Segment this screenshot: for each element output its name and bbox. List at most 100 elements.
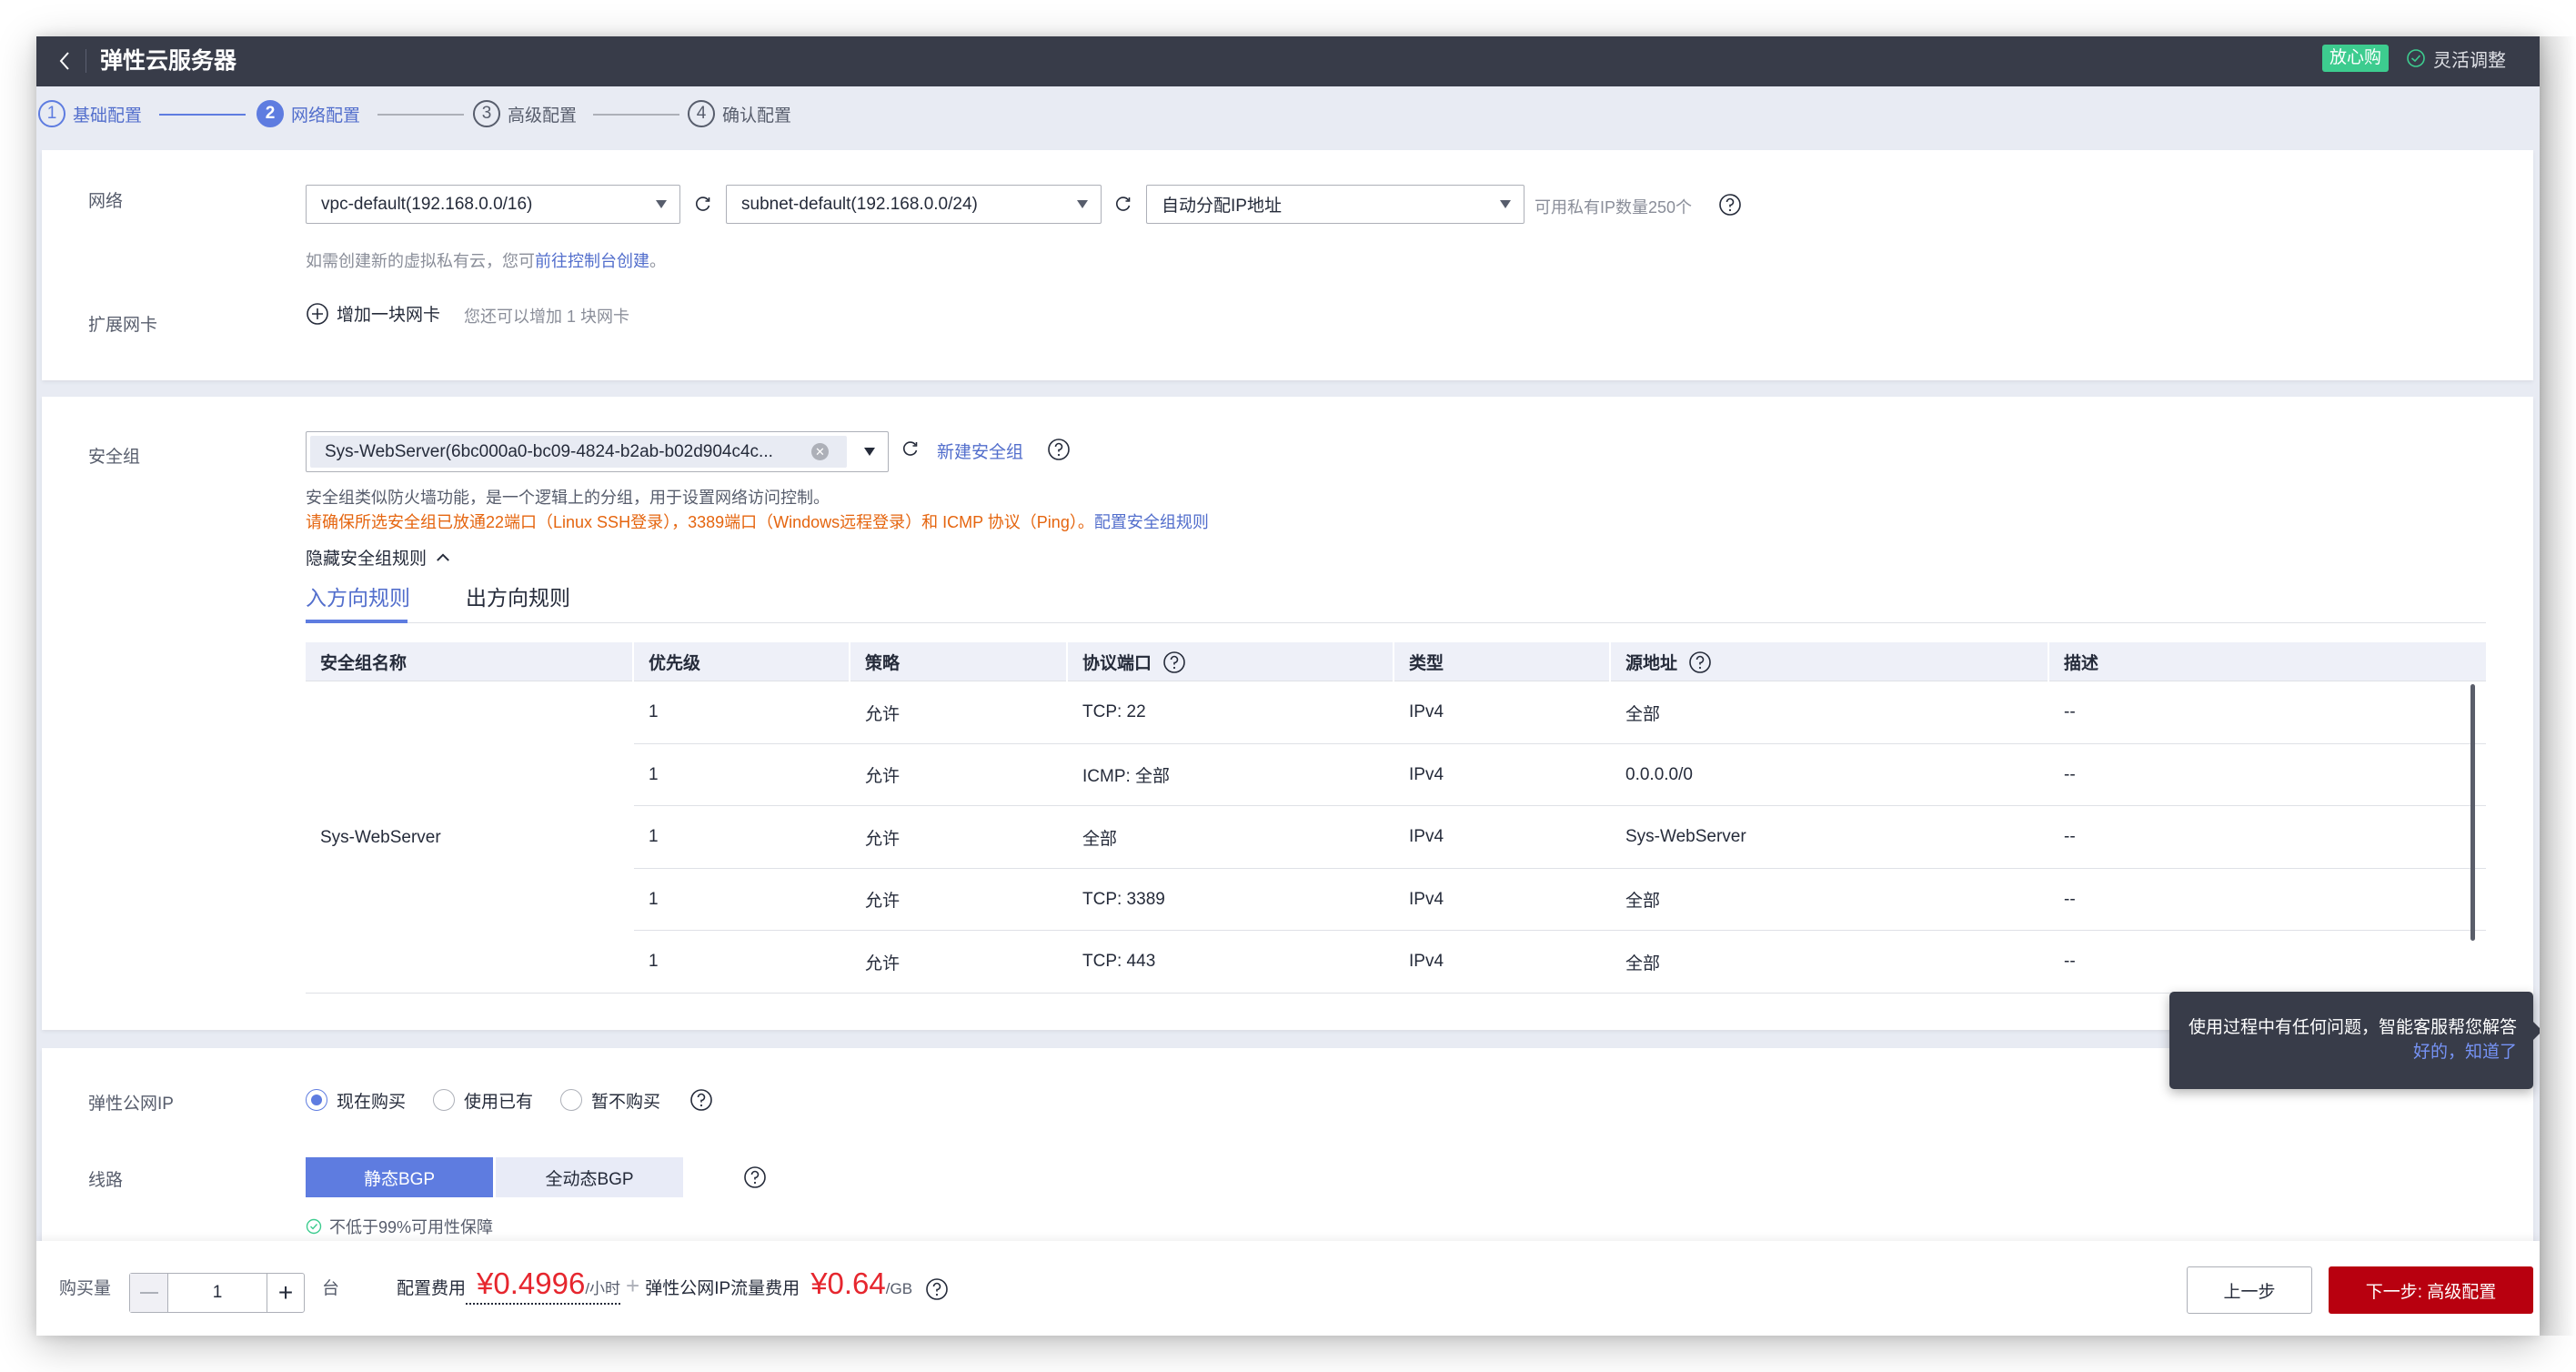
eip-fee-label: 弹性公网IP流量费用 [645,1279,800,1298]
config-fee-unit: /小时 [585,1280,621,1297]
cell-description: -- [2064,827,2076,847]
eip-fee-value: ¥0.64 [810,1266,886,1300]
table-row: 1 允许 TCP: 3389 IPv4 全部 -- [634,869,2486,932]
sla-note-text: 不低于99%可用性保障 [329,1218,494,1236]
cell-priority: 1 [649,764,659,784]
table-row: 1 允许 TCP: 22 IPv4 全部 -- [634,681,2486,744]
radio-use-existing[interactable]: 使用已有 [433,1088,533,1113]
network-label: 网络 [88,192,124,211]
step-basic-config[interactable]: 1 基础配置 [38,99,142,128]
clear-icon[interactable]: ✕ [811,443,829,460]
column-header-action: 策略 [865,654,901,673]
refresh-vpc-button[interactable] [693,194,713,214]
step-connector [377,114,464,116]
smart-service-tooltip: 使用过程中有任何问题，智能客服帮您解答 好的，知道了 [2169,992,2540,1089]
cell-source: 全部 [1625,704,1661,724]
tooltip-text: 使用过程中有任何问题，智能客服帮您解答 [2188,1018,2517,1037]
selected-security-group-tag: Sys-WebServer(6bc000a0-bc09-4824-b2ab-b0… [310,436,847,468]
cell-priority: 1 [649,889,659,909]
check-circle-icon [306,1218,322,1235]
flex-adjust[interactable]: 灵活调整 [2406,45,2506,72]
cell-type: IPv4 [1409,827,1444,847]
refresh-subnet-button[interactable] [1113,194,1133,214]
vpc-select-value: vpc-default(192.168.0.0/16) [321,194,533,214]
help-icon[interactable] [1162,651,1186,674]
column-header-type: 类型 [1409,654,1444,673]
help-icon[interactable] [689,1088,713,1112]
cell-source[interactable]: Sys-WebServer [1625,806,1746,868]
vpc-select[interactable]: vpc-default(192.168.0.0/16) [306,185,680,224]
quantity-input[interactable] [168,1274,267,1312]
tab-outbound-rules[interactable]: 出方向规则 [466,584,570,611]
flex-adjust-label: 灵活调整 [2433,50,2506,71]
add-nic-hint: 您还可以增加 1 块网卡 [464,308,630,326]
help-icon[interactable] [1047,438,1071,461]
toggle-rules-label: 隐藏安全组规则 [306,550,428,569]
security-group-card: 安全组 Sys-WebServer(6bc000a0-bc09-4824-b2a… [42,397,2533,1030]
step-label: 基础配置 [73,106,143,126]
step-indicator: 1 基础配置 2 网络配置 3 高级配置 4 确认配置 [36,86,2540,150]
subnet-select[interactable]: subnet-default(192.168.0.0/24) [726,185,1102,224]
step-number: 4 [688,100,715,127]
help-icon[interactable] [1688,651,1712,674]
security-group-select[interactable]: Sys-WebServer(6bc000a0-bc09-4824-b2ab-b0… [306,431,889,472]
help-icon[interactable] [1718,193,1742,217]
table-bottom-border [306,993,2486,994]
table-scrollbar[interactable] [2470,684,2475,941]
eip-fee-unit: /GB [885,1280,913,1297]
line-static-bgp-button[interactable]: 静态BGP [306,1157,493,1197]
refresh-security-group-button[interactable] [901,439,921,459]
plus-circle-icon [307,302,328,325]
next-step-button[interactable]: 下一步: 高级配置 [2329,1266,2533,1314]
help-icon[interactable] [743,1165,767,1189]
step-confirm-config: 4 确认配置 [688,99,791,128]
previous-step-button[interactable]: 上一步 [2187,1266,2312,1314]
extension-nic-label: 扩展网卡 [88,316,158,335]
cell-source: 0.0.0.0/0 [1625,764,1693,784]
radio-indicator [306,1089,327,1111]
configure-rules-link[interactable]: 配置安全组规则 [1094,513,1209,531]
cell-protocol-port: ICMP: 全部 [1082,767,1171,787]
radio-buy-now[interactable]: 现在购买 [306,1088,406,1113]
eip-label: 弹性公网IP [88,1095,174,1114]
radio-label: 暂不购买 [591,1092,661,1112]
line-dynamic-bgp-button[interactable]: 全动态BGP [496,1157,683,1197]
purchase-footer: 购买量 + 台 配置费用 ¥0.4996 /小时 + 弹性公网IP流量费用 ¥0… [36,1241,2540,1336]
ip-assignment-select[interactable]: 自动分配IP地址 [1146,185,1524,224]
table-header: 安全组名称 优先级 策略 协议端口 类型 源地址 描述 [306,642,2486,681]
network-card: 网络 vpc-default(192.168.0.0/16) subnet-de… [42,150,2533,380]
add-nic-button[interactable]: 增加一块网卡 [306,301,440,326]
warning-text: 请确保所选安全组已放通22端口（Linux SSH登录），3389端口（Wind… [306,513,1094,531]
toggle-rules-button[interactable]: 隐藏安全组规则 [306,545,450,570]
step-label: 网络配置 [291,106,361,126]
assurance-badge: 放心购 [2322,45,2390,72]
cell-protocol-port: TCP: 443 [1082,952,1156,972]
tab-inbound-rules[interactable]: 入方向规则 [306,584,410,611]
plus-icon: + [277,1278,294,1306]
refresh-icon [1116,197,1131,211]
create-vpc-link[interactable]: 前往控制台创建 [535,252,649,270]
create-security-group-link[interactable]: 新建安全组 [937,439,1023,463]
rules-direction-tabs: 入方向规则 出方向规则 [306,584,2486,623]
cell-action: 允许 [865,953,901,974]
step-number: 3 [473,100,500,127]
radio-not-buy[interactable]: 暂不购买 [560,1088,660,1113]
column-header-source-label: 源地址 [1625,654,1678,673]
step-network-config[interactable]: 2 网络配置 [257,99,360,128]
tooltip-dismiss-link[interactable]: 好的，知道了 [2184,1040,2517,1064]
column-header-group-name: 安全组名称 [320,654,408,673]
config-fee-detail[interactable]: ¥0.4996 /小时 [466,1266,621,1305]
radio-indicator [433,1089,456,1111]
add-nic-label: 增加一块网卡 [337,306,441,325]
cell-priority: 1 [649,827,659,847]
top-header: 弹性云服务器 放心购 灵活调整 [36,36,2540,86]
decrement-button[interactable] [130,1274,168,1312]
back-button[interactable] [51,45,78,76]
config-fee-value: ¥0.4996 [477,1266,586,1300]
help-icon[interactable] [925,1277,949,1301]
sla-note: 不低于99%可用性保障 [306,1215,493,1238]
selected-security-group: Sys-WebServer(6bc000a0-bc09-4824-b2ab-b0… [325,441,773,461]
increment-button[interactable]: + [267,1274,304,1312]
refresh-icon [903,441,918,456]
minus-icon [139,1292,158,1294]
